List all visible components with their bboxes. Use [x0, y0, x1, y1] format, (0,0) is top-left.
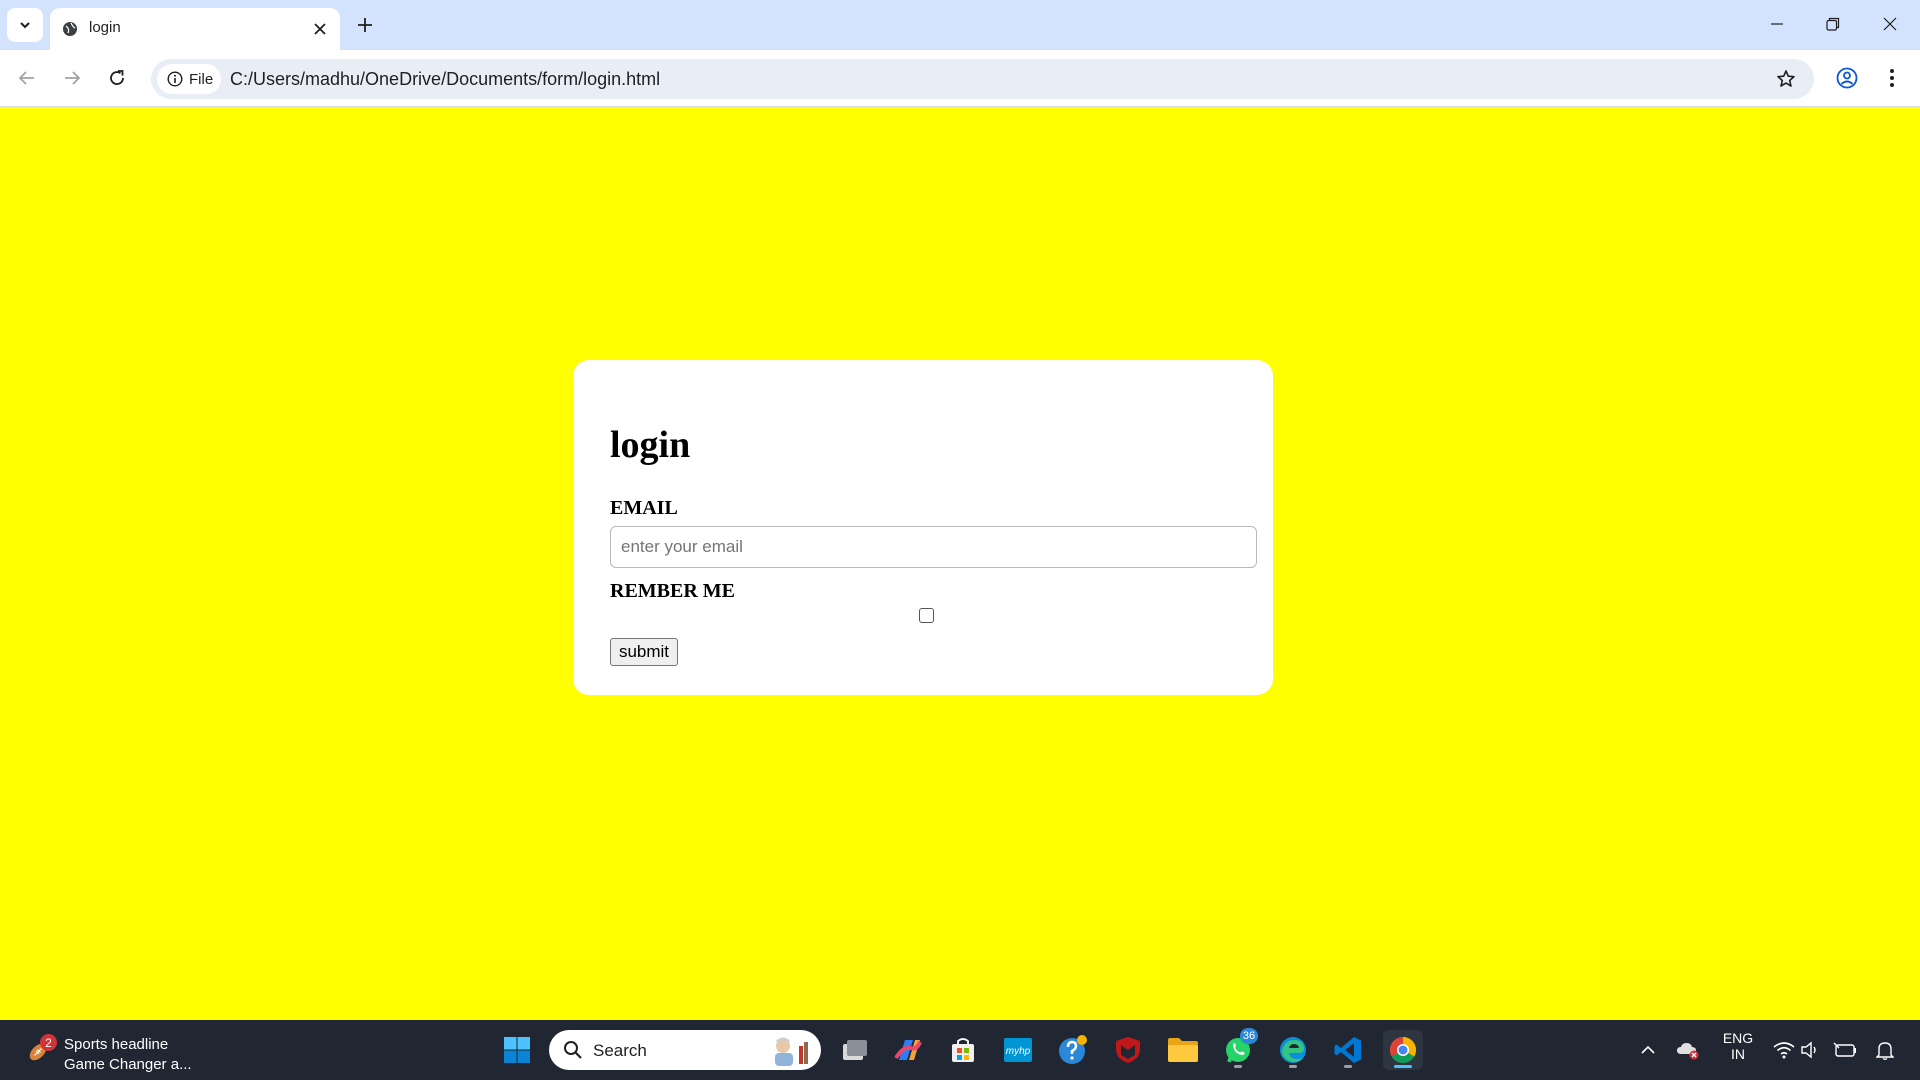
windows-logo-icon — [504, 1037, 530, 1063]
remember-me-checkbox[interactable] — [919, 608, 934, 623]
browser-toolbar: File C:/Users/madhu/OneDrive/Documents/f… — [0, 50, 1920, 107]
star-icon — [1777, 70, 1795, 87]
bookmark-button[interactable] — [1772, 65, 1800, 93]
task-view-button[interactable] — [834, 1030, 874, 1070]
globe-icon — [63, 22, 77, 36]
whatsapp-badge: 36 — [1240, 1028, 1258, 1044]
task-view-icon — [843, 1040, 867, 1060]
taskbar: 2 Sports headline Game Changer a... Sear… — [0, 1020, 1920, 1080]
whatsapp-button[interactable]: 36 — [1218, 1028, 1258, 1070]
copilot-button[interactable] — [888, 1030, 928, 1070]
tab-title: login — [89, 19, 121, 36]
notifications-button[interactable] — [1873, 1038, 1897, 1062]
new-tab-button[interactable] — [351, 11, 379, 39]
bell-icon — [1876, 1042, 1894, 1060]
site-info-chip[interactable]: File — [157, 64, 221, 94]
active-indicator — [1394, 1065, 1412, 1068]
search-highlight-image-icon — [775, 1037, 808, 1066]
running-indicator — [1234, 1065, 1242, 1068]
widget-badge: 2 — [40, 1034, 57, 1051]
battery-charging-icon — [1833, 1042, 1856, 1057]
myhp-icon: myhp — [1004, 1038, 1032, 1062]
url-text[interactable]: C:/Users/madhu/OneDrive/Documents/form/l… — [230, 69, 660, 90]
language-indicator[interactable]: ENG IN — [1718, 1030, 1758, 1062]
back-button[interactable] — [11, 62, 43, 94]
profile-button[interactable] — [1831, 62, 1863, 94]
submit-button[interactable]: submit — [610, 638, 678, 666]
taskbar-search-box[interactable]: Search — [549, 1030, 821, 1070]
forward-button[interactable] — [56, 62, 88, 94]
edge-icon — [1280, 1037, 1306, 1063]
login-card: login EMAIL REMBER ME submit — [573, 360, 1273, 695]
chevron-down-icon — [20, 22, 30, 29]
restore-icon — [1826, 17, 1840, 31]
plus-icon — [358, 18, 372, 32]
close-icon — [1883, 17, 1897, 31]
info-icon — [167, 71, 183, 87]
close-window-button[interactable] — [1872, 8, 1908, 40]
copilot-icon — [894, 1040, 922, 1060]
page-viewport: login EMAIL REMBER ME submit — [0, 108, 1920, 1020]
arrow-left-icon — [18, 71, 34, 85]
form-title: login — [610, 424, 691, 466]
restore-button[interactable] — [1815, 8, 1851, 40]
folder-icon — [1168, 1038, 1198, 1062]
chrome-icon — [1389, 1036, 1417, 1064]
mcafee-button[interactable] — [1108, 1030, 1148, 1070]
svg-text:myhp: myhp — [1006, 1046, 1031, 1057]
language-code: ENG — [1722, 1030, 1754, 1046]
help-icon — [1059, 1035, 1087, 1064]
onedrive-status-button[interactable] — [1676, 1038, 1700, 1062]
arrow-right-icon — [65, 71, 81, 85]
widget-subtitle: Game Changer a... — [64, 1056, 192, 1073]
search-label: Search — [593, 1041, 647, 1060]
speaker-icon — [1801, 1041, 1816, 1059]
email-label: EMAIL — [610, 497, 678, 519]
wifi-status-button[interactable] — [1772, 1038, 1796, 1062]
search-icon — [564, 1041, 582, 1059]
minimize-button[interactable] — [1759, 8, 1795, 40]
volume-button[interactable] — [1799, 1038, 1823, 1062]
mcafee-shield-icon — [1116, 1037, 1140, 1063]
tab-search-button[interactable] — [7, 8, 43, 42]
microsoft-store-button[interactable] — [943, 1030, 983, 1070]
vscode-icon — [1334, 1037, 1361, 1063]
remember-me-label: REMBER ME — [610, 580, 735, 602]
running-indicator — [1344, 1065, 1352, 1068]
region-code: IN — [1731, 1046, 1745, 1062]
address-bar[interactable]: File C:/Users/madhu/OneDrive/Documents/f… — [151, 59, 1814, 99]
minimize-icon — [1771, 23, 1783, 25]
get-help-button[interactable] — [1053, 1030, 1093, 1070]
show-hidden-icons-button[interactable] — [1636, 1038, 1660, 1062]
store-icon — [952, 1038, 974, 1062]
running-indicator — [1289, 1065, 1297, 1068]
battery-button[interactable] — [1833, 1038, 1857, 1062]
news-widget[interactable]: 2 Sports headline Game Changer a... — [22, 1028, 202, 1073]
onedrive-error-icon — [1677, 1043, 1699, 1060]
reload-button[interactable] — [101, 62, 133, 94]
more-vert-icon — [1890, 69, 1894, 87]
reload-icon — [110, 70, 124, 85]
chrome-button[interactable] — [1383, 1030, 1423, 1070]
browser-tab-bar: login — [0, 0, 1920, 50]
account-icon — [1836, 67, 1858, 89]
site-chip-label: File — [189, 70, 214, 88]
chevron-up-icon — [1641, 1045, 1655, 1054]
wifi-icon — [1773, 1042, 1795, 1059]
myhp-button[interactable]: myhp — [998, 1030, 1038, 1070]
edge-button[interactable] — [1273, 1030, 1313, 1070]
close-icon — [314, 23, 326, 35]
close-tab-button[interactable] — [310, 19, 330, 39]
start-button[interactable] — [497, 1030, 537, 1070]
tab-login[interactable]: login — [50, 8, 340, 50]
widget-title: Sports headline — [64, 1036, 169, 1053]
email-field[interactable] — [610, 526, 1257, 568]
vscode-button[interactable] — [1328, 1030, 1368, 1070]
file-explorer-button[interactable] — [1163, 1030, 1203, 1070]
browser-menu-button[interactable] — [1878, 62, 1906, 94]
